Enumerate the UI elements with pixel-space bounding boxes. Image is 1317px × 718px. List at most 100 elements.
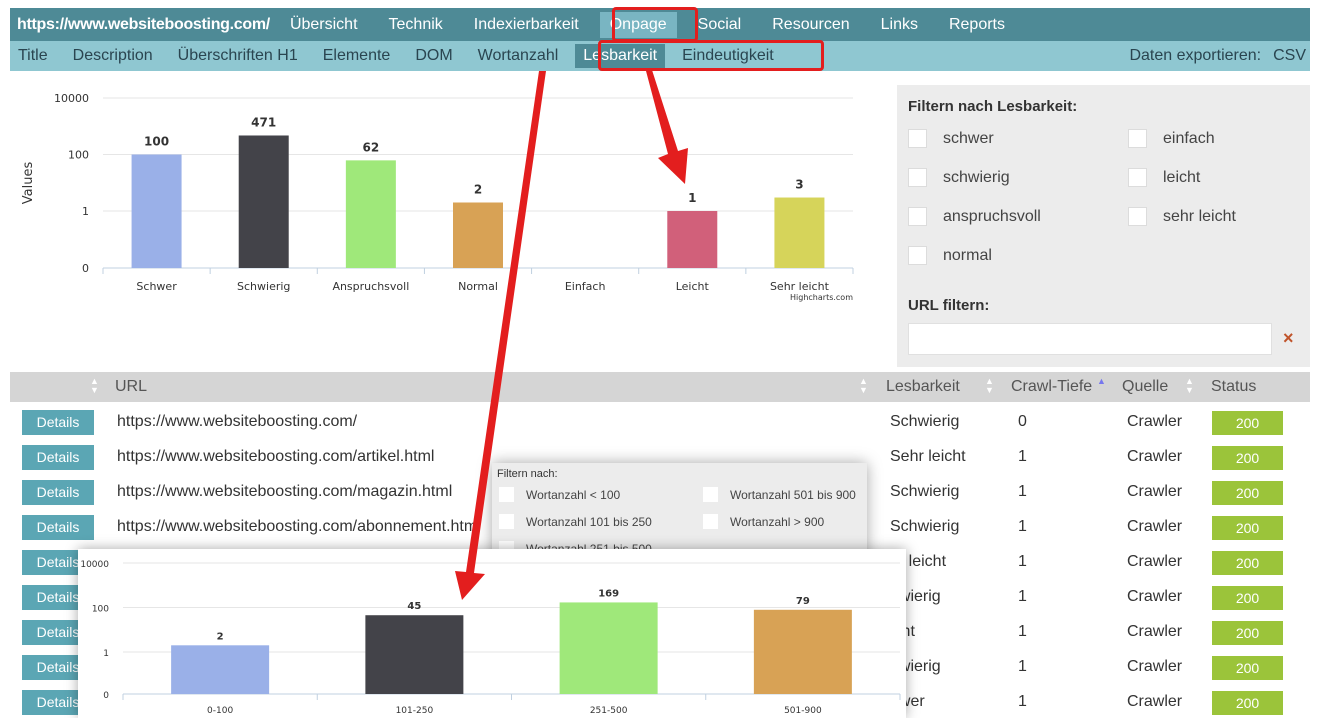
wordcount-chart-panel: 0 1 100 10000 2 0-100 45 101-250 169 251-500 79 501… [78,549,906,718]
checkbox[interactable] [1128,207,1147,226]
checkbox[interactable] [703,514,718,529]
nav-onpage[interactable]: Onpage [599,11,677,38]
site-url[interactable]: https://www.websiteboosting.com/ [17,16,270,34]
filter-option-sehr-leicht[interactable]: sehr leicht [1128,207,1236,226]
details-button[interactable]: Details [22,445,94,470]
subnav-dom[interactable]: DOM [415,47,452,65]
clear-icon[interactable]: × [1283,328,1294,349]
nav-links[interactable]: Links [881,16,918,34]
row-crawl-tiefe: 1 [1018,553,1027,570]
checkbox[interactable] [499,514,514,529]
subnav-lesbarkeit[interactable]: Lesbarkeit [575,44,666,68]
subnav-description[interactable]: Description [73,47,153,65]
subnav-eindeutigkeit[interactable]: Eindeutigkeit [682,47,774,65]
filter-panel: Filtern nach Lesbarkeit: schwer einfach … [897,85,1310,367]
y-tick-label: 100 [68,149,89,162]
data-label: 169 [598,588,619,599]
bar [667,211,718,268]
nav-reports[interactable]: Reports [949,16,1005,34]
nav-social[interactable]: Social [698,16,742,34]
row-url-link[interactable]: https://www.websiteboosting.com/abonneme… [117,518,477,536]
filter-option-label: schwierig [943,168,1010,186]
popup-option-lt100[interactable]: Wortanzahl < 100 [499,487,620,502]
chart-credit: Highcharts.com [790,293,853,302]
subnav-title[interactable]: Title [18,47,48,65]
checkbox[interactable] [908,246,927,265]
column-url[interactable]: URL [115,378,147,396]
x-tick-label: Schwierig [237,280,290,293]
y-tick-label: 10000 [54,92,89,105]
sub-nav: Title Description Überschriften H1 Eleme… [10,41,1310,71]
sort-icon[interactable]: ▲ ▼ [859,377,868,395]
wordcount-chart: 0 1 100 10000 2 0-100 45 101-250 169 251-500 79 501… [80,560,901,716]
subnav-wortanzahl[interactable]: Wortanzahl [478,47,559,65]
sort-icon[interactable]: ▲ ▼ [90,377,99,395]
nav-resourcen[interactable]: Resourcen [772,16,849,34]
data-label: 471 [251,115,276,129]
y-tick-label: 1 [103,649,109,659]
checkbox[interactable] [703,487,718,502]
details-button[interactable]: Details [22,515,94,540]
details-button[interactable]: Details [22,410,94,435]
filter-option-einfach[interactable]: einfach [1128,129,1215,148]
app-root: { "topnav": { "site": "https://www.websi… [0,0,1317,718]
bar [774,197,825,268]
bar [345,160,396,268]
checkbox[interactable] [908,129,927,148]
row-quelle: Crawler [1127,413,1183,430]
row-url-link[interactable]: https://www.websiteboosting.com/magazin.… [117,483,452,501]
row-lesbarkeit: Sehr leicht [890,448,966,465]
url-filter-input[interactable] [908,323,1272,355]
nav-technik[interactable]: Technik [389,16,443,34]
checkbox[interactable] [1128,168,1147,187]
filter-option-normal[interactable]: normal [908,246,992,265]
column-status[interactable]: Status [1211,378,1256,396]
filter-option-label: leicht [1163,168,1201,186]
sort-icon[interactable]: ▲ ▼ [1185,377,1194,395]
nav-uebersicht[interactable]: Übersicht [290,16,358,34]
popup-option-label: Wortanzahl 101 bis 250 [526,514,652,529]
row-url-link[interactable]: https://www.websiteboosting.com/ [117,413,357,431]
nav-indexierbarkeit[interactable]: Indexierbarkeit [474,16,579,34]
popup-option-label: Wortanzahl > 900 [730,514,825,529]
column-quelle[interactable]: Quelle [1122,378,1168,396]
export-label: Daten exportieren: [1129,47,1262,64]
export-csv-link[interactable]: CSV [1273,47,1306,64]
row-url-link[interactable]: https://www.websiteboosting.com/artikel.… [117,448,434,466]
popup-option-101-250[interactable]: Wortanzahl 101 bis 250 [499,514,652,529]
sort-icon[interactable]: ▲ ▼ [985,377,994,395]
checkbox[interactable] [908,207,927,226]
subnav-elemente[interactable]: Elemente [323,47,391,65]
data-label: 45 [407,601,421,612]
x-tick-label: Normal [458,280,498,293]
status-badge: 200 [1212,481,1283,505]
table-header: ▲ ▼ URL ▲ ▼ Lesbarkeit ▲ ▼ Crawl-Tiefe ▲ Qu… [10,372,1310,402]
details-button[interactable]: Details [22,480,94,505]
column-lesbarkeit[interactable]: Lesbarkeit [886,378,960,396]
filter-option-anspruchsvoll[interactable]: anspruchsvoll [908,207,1041,226]
status-badge: 200 [1212,656,1283,680]
filter-title: Filtern nach Lesbarkeit: [908,98,1078,115]
y-tick-label: 1 [82,205,89,218]
checkbox[interactable] [908,168,927,187]
checkbox[interactable] [499,487,514,502]
x-tick-label: 101-250 [396,706,434,716]
data-label: 79 [796,596,810,607]
column-crawl-tiefe[interactable]: Crawl-Tiefe [1011,378,1092,396]
row-crawl-tiefe: 1 [1018,658,1027,675]
status-badge: 200 [1212,586,1283,610]
data-label: 2 [474,182,482,196]
filter-option-leicht[interactable]: leicht [1128,168,1200,187]
filter-option-schwierig[interactable]: schwierig [908,168,1010,187]
popup-option-501-900[interactable]: Wortanzahl 501 bis 900 [703,487,856,502]
row-lesbarkeit: Schwierig [890,483,960,500]
subnav-ueberschriften[interactable]: Überschriften H1 [178,47,298,65]
bar [559,602,658,694]
data-label: 2 [217,631,224,642]
row-crawl-tiefe: 1 [1018,623,1027,640]
sort-asc-icon[interactable]: ▲ [1097,377,1106,386]
filter-option-schwer[interactable]: schwer [908,129,994,148]
popup-option-gt900[interactable]: Wortanzahl > 900 [703,514,824,529]
checkbox[interactable] [1128,129,1147,148]
y-axis-title: Values [21,162,36,205]
